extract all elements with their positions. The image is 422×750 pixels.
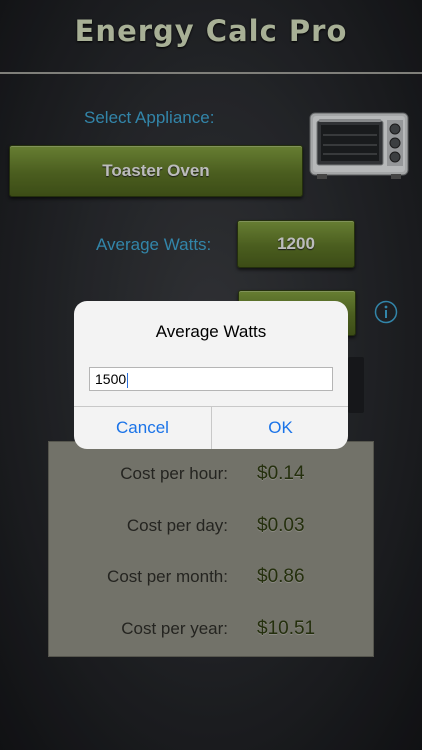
watts-input[interactable]: 1500 (89, 367, 333, 391)
cancel-button[interactable]: Cancel (74, 407, 211, 449)
dialog-title: Average Watts (155, 322, 267, 341)
average-watts-dialog: Average Watts 1500 Cancel OK (74, 301, 348, 449)
ok-button[interactable]: OK (212, 407, 348, 449)
text-caret (127, 372, 129, 388)
watts-input-value: 1500 (95, 371, 127, 387)
